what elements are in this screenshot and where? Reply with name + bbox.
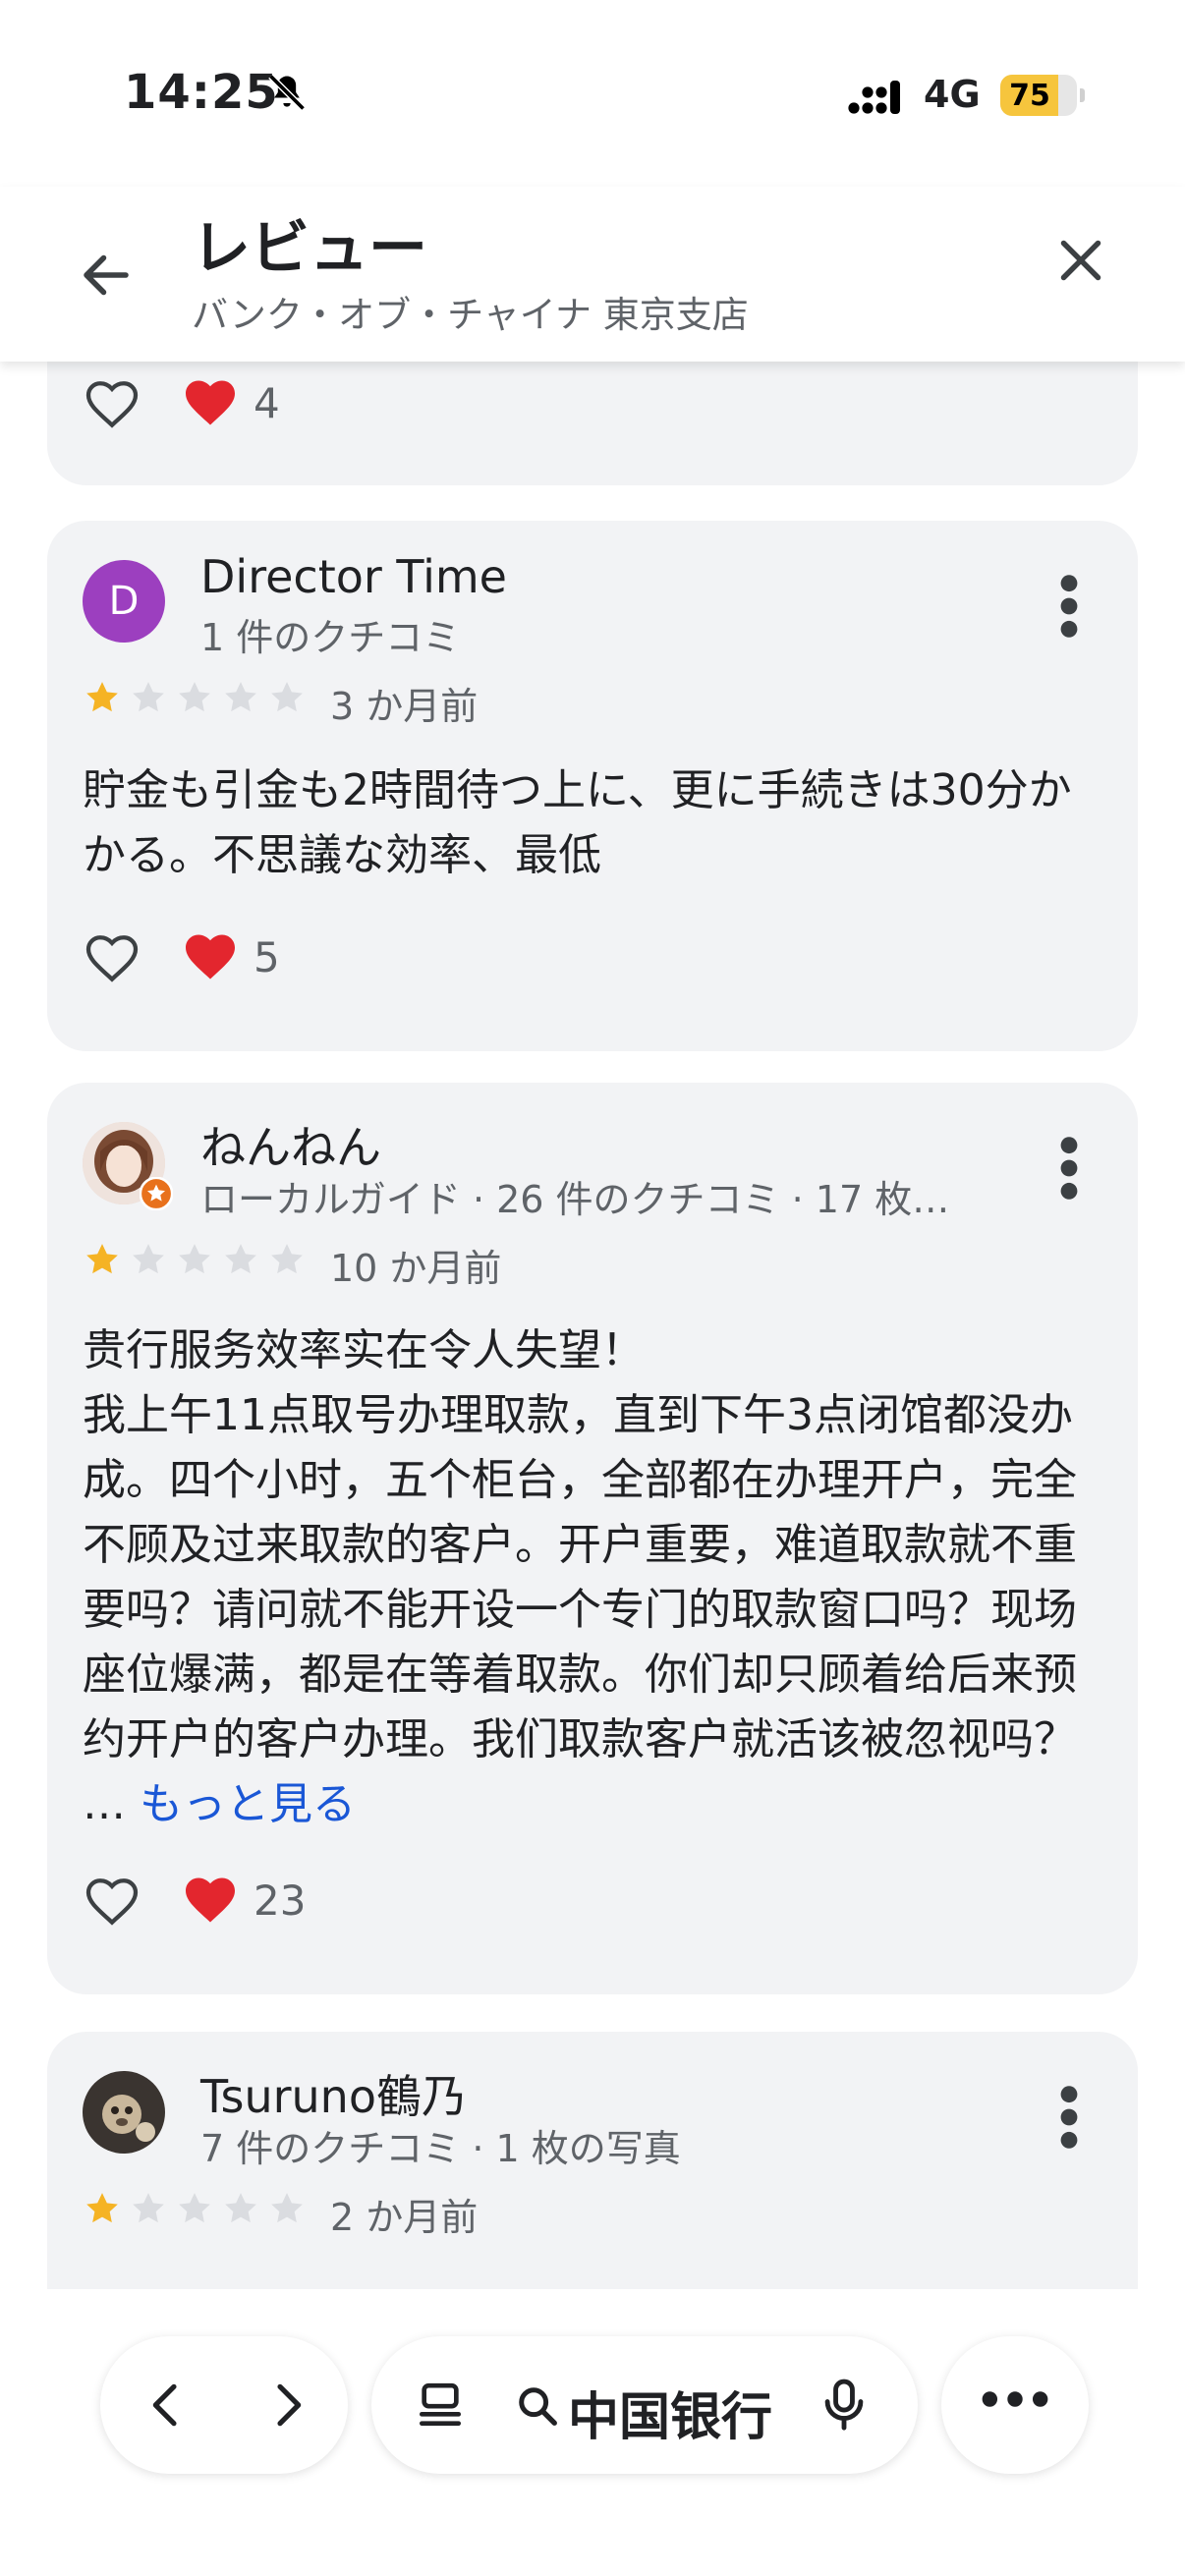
reviewer-meta: ローカルガイド · 26 件のクチコミ · 17 枚… <box>200 1178 950 1221</box>
heart-reaction-icon <box>186 380 235 425</box>
star-filled-icon <box>86 2193 118 2223</box>
more-vert-icon[interactable] <box>1049 2083 1089 2152</box>
heart-reaction-icon <box>186 934 235 980</box>
like-icon[interactable] <box>81 1869 143 1932</box>
review-card: 4 <box>47 362 1138 485</box>
star-empty-icon <box>133 1244 164 1274</box>
battery-icon: 75 <box>1000 75 1085 116</box>
reviewer-name[interactable]: Tsuruno鶴乃 <box>200 2061 467 2126</box>
star-empty-icon <box>225 1244 256 1274</box>
review-list[interactable]: 4 D Director Time 1 件のクチコミ 3 か月前 貯金も引金も2… <box>0 362 1185 2289</box>
like-icon[interactable] <box>81 371 143 434</box>
review-text: 貯金も引金も2時間待つ上に、更に手続きは30分かかる。不思議な効率、最低 <box>83 765 1072 880</box>
reviewer-meta: 1 件のクチコミ <box>200 616 461 659</box>
star-empty-icon <box>179 1244 210 1274</box>
reaction-count: 23 <box>254 1876 307 1925</box>
status-time: 14:25 <box>124 65 279 120</box>
avatar-initial: D <box>108 579 140 624</box>
avatar-photo <box>83 2071 165 2154</box>
heart-reaction-icon <box>186 1877 235 1923</box>
search-query[interactable]: 中国银行 <box>568 2376 772 2449</box>
status-bar: 14:25 4G 75 <box>0 0 1185 187</box>
local-guide-badge-icon <box>140 1177 173 1210</box>
review-time: 2 か月前 <box>330 2196 479 2239</box>
reviewer-name[interactable]: ねんねん <box>200 1112 381 1177</box>
star-empty-icon <box>271 1244 303 1274</box>
review-text: 贵行服务效率实在令人失望！ 我上午11点取号办理取款，直到下午3点闭馆都没办成。… <box>83 1318 1114 1837</box>
search-icon <box>519 2387 557 2426</box>
review-card: Tsuruno鶴乃 7 件のクチコミ · 1 枚の写真 2 か月前 <box>47 2032 1138 2289</box>
star-filled-icon <box>86 682 118 712</box>
more-vert-icon[interactable] <box>1049 572 1089 641</box>
review-time: 3 か月前 <box>330 685 479 728</box>
star-rating <box>83 678 313 717</box>
forward-chevron-icon[interactable] <box>259 2378 314 2433</box>
tabs-icon[interactable] <box>413 2378 468 2433</box>
page-title: レビュー <box>192 214 427 283</box>
review-card: ねんねん ローカルガイド · 26 件のクチコミ · 17 枚… 10 か月前 … <box>47 1083 1138 1994</box>
review-body: 贵行服务效率实在令人失望！ 我上午11点取号办理取款，直到下午3点闭馆都没办成。… <box>83 1325 1077 1829</box>
menu-pill[interactable] <box>941 2336 1089 2474</box>
star-empty-icon <box>133 2193 164 2223</box>
battery-level: 75 <box>1009 79 1050 113</box>
address-bar[interactable]: 中国银行 <box>371 2336 918 2474</box>
star-rating <box>83 2189 313 2228</box>
place-name: バンク・オブ・チャイナ 東京支店 <box>192 294 749 336</box>
star-filled-icon <box>86 1244 118 1274</box>
avatar[interactable] <box>83 2071 165 2154</box>
reaction-count: 4 <box>254 379 280 427</box>
more-vert-icon[interactable] <box>1049 1134 1089 1203</box>
navigation-pill <box>100 2336 348 2474</box>
back-chevron-icon[interactable] <box>140 2378 195 2433</box>
star-rating <box>83 1240 313 1279</box>
network-type: 4G <box>924 73 981 116</box>
star-empty-icon <box>133 682 164 712</box>
browser-toolbar: 中国银行 <box>0 2289 1185 2576</box>
star-empty-icon <box>271 682 303 712</box>
screen: 14:25 4G 75 レビュー バンク・オブ・チャイナ 東京支店 4 D Di… <box>0 0 1185 2576</box>
avatar[interactable]: D <box>83 560 165 643</box>
app-header: レビュー バンク・オブ・チャイナ 東京支店 <box>0 187 1185 362</box>
close-icon[interactable] <box>1051 231 1110 290</box>
back-arrow-icon[interactable] <box>77 246 136 305</box>
star-empty-icon <box>225 2193 256 2223</box>
bell-muted-icon <box>268 74 306 111</box>
star-empty-icon <box>179 2193 210 2223</box>
see-more-link[interactable]: もっと見る <box>140 1779 356 1829</box>
more-horiz-icon[interactable] <box>981 2387 1049 2411</box>
reaction-count: 5 <box>254 933 280 981</box>
reviewer-meta: 7 件のクチコミ · 1 枚の写真 <box>200 2127 681 2170</box>
review-card: D Director Time 1 件のクチコミ 3 か月前 貯金も引金も2時間… <box>47 521 1138 1051</box>
signal-icon <box>848 81 900 114</box>
star-empty-icon <box>271 2193 303 2223</box>
reviewer-name[interactable]: Director Time <box>200 550 507 603</box>
star-empty-icon <box>225 682 256 712</box>
microphone-icon[interactable] <box>816 2376 873 2433</box>
review-time: 10 か月前 <box>330 1247 502 1290</box>
star-empty-icon <box>179 682 210 712</box>
like-icon[interactable] <box>81 925 143 988</box>
